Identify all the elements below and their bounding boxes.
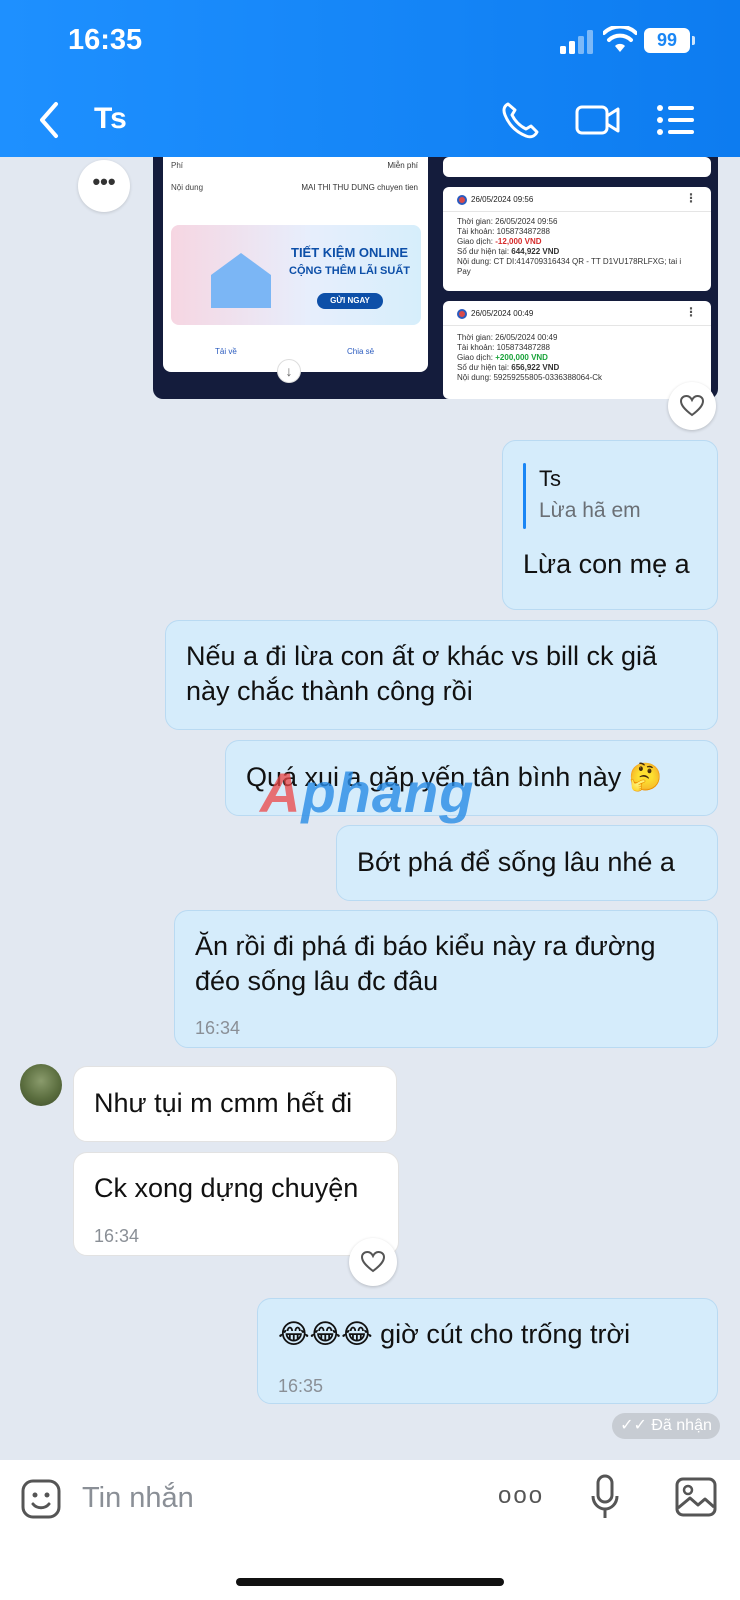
transaction-date: 26/05/2024 00:49 [471, 309, 534, 318]
outgoing-reply-bubble[interactable]: Ts Lừa hã em Lừa con mẹ a [502, 440, 718, 610]
more-actions-icon[interactable]: ooo [498, 1482, 544, 1510]
txn-time: Thời gian: 26/05/2024 09:56 [457, 217, 558, 226]
heart-icon [680, 395, 704, 417]
message-text: này chắc thành công rồi [186, 676, 473, 706]
house-illustration [211, 253, 271, 308]
react-heart-button[interactable] [668, 382, 716, 430]
incoming-message-bubble[interactable]: Ck xong dựng chuyện 16:34 [73, 1152, 399, 1256]
wifi-icon [603, 26, 637, 52]
chat-title[interactable]: Ts [94, 102, 127, 136]
back-arrow-icon[interactable] [34, 98, 64, 142]
bank-logo-icon [457, 195, 467, 205]
battery-indicator: 99 [644, 28, 695, 53]
txn-amount-line: Giao dịch: -12,000 VND [457, 237, 542, 246]
txn-content: Nội dung: 59259255805-0336388064-Ck [457, 373, 603, 382]
react-heart-button[interactable] [349, 1238, 397, 1286]
message-text: 😂😂😂 giờ cút cho trống trời [278, 1319, 631, 1349]
chat-header: 16:35 99 Ts [0, 0, 740, 157]
message-text: đéo sống lâu đc đâu [195, 966, 439, 996]
share-label: Chia sẻ [347, 347, 375, 356]
video-call-icon[interactable] [574, 98, 622, 142]
image-picker-icon[interactable] [674, 1476, 718, 1518]
message-text: Như tụi m cmm hết đi [94, 1088, 353, 1118]
quote-bar [523, 463, 526, 529]
outgoing-message-bubble[interactable]: Ăn rồi đi phá đi báo kiểu này ra đường đ… [174, 910, 718, 1048]
message-text: Nếu a đi lừa con ất ơ khác vs bill ck gi… [186, 641, 657, 671]
status-time: 16:35 [68, 24, 143, 56]
txn-content-cont: Pay [457, 267, 471, 276]
card-menu-icon: ⋮ [685, 191, 697, 205]
microphone-icon[interactable] [590, 1474, 620, 1520]
txn-time: Thời gian: 26/05/2024 00:49 [457, 333, 558, 342]
txn-amount-line: Giao dịch: +200,000 VND [457, 353, 548, 362]
menu-list-icon[interactable] [654, 98, 698, 142]
content-label: Nội dung [171, 183, 204, 192]
content-value: MAI THI THU DUNG chuyen tien [301, 183, 418, 192]
transaction-card: 26/05/2024 09:56 ⋮ Thời gian: 26/05/2024… [443, 187, 711, 291]
banner-button: GỬI NGAY [317, 293, 383, 309]
txn-account: Tài khoản: 105873487288 [457, 343, 550, 352]
txn-balance-line: Số dư hiện tại: 656,922 VND [457, 363, 560, 372]
message-time: 16:35 [278, 1376, 324, 1396]
transaction-card: 26/05/2024 00:49 ⋮ Thời gian: 26/05/2024… [443, 301, 711, 399]
receipt-image[interactable]: Phí Miễn phí Nội dung MAI THI THU DUNG c… [163, 157, 428, 372]
heart-icon [361, 1251, 385, 1273]
more-options-button[interactable]: ••• [78, 160, 130, 212]
image-attachments[interactable]: Phí Miễn phí Nội dung MAI THI THU DUNG c… [153, 157, 718, 399]
download-label: Tải về [215, 347, 237, 356]
message-text: Bớt phá để sống lâu nhé a [357, 847, 675, 877]
download-arrow-icon[interactable]: ↓ [277, 359, 301, 383]
message-text: Ck xong dựng chuyện [94, 1173, 359, 1203]
signal-icon [560, 30, 593, 54]
avatar[interactable] [20, 1064, 62, 1106]
watermark-logo: Aphang [260, 761, 475, 824]
quoted-sender: Ts [539, 466, 561, 491]
message-time: 16:34 [195, 1018, 241, 1038]
transaction-date: 26/05/2024 09:56 [471, 195, 534, 204]
message-text: Lừa con mẹ a [523, 549, 690, 579]
outgoing-message-bubble[interactable]: Nếu a đi lừa con ất ơ khác vs bill ck gi… [165, 620, 718, 730]
txn-account: Tài khoản: 105873487288 [457, 227, 550, 236]
phone-call-icon[interactable] [498, 98, 542, 142]
home-indicator [236, 1578, 504, 1586]
txn-balance-line: Số dư hiện tại: 644,922 VND [457, 247, 560, 256]
message-composer: Tin nhắn ooo [0, 1460, 740, 1600]
delivery-status-badge: ✓✓ Đã nhận [612, 1413, 720, 1439]
fee-value: Miễn phí [387, 161, 418, 170]
fee-label: Phí [171, 161, 184, 170]
banner-title: TIẾT KIỆM ONLINE [291, 245, 408, 260]
outgoing-message-bubble[interactable]: 😂😂😂 giờ cút cho trống trời 16:35 [257, 1298, 718, 1404]
message-text: Ăn rồi đi phá đi báo kiểu này ra đường [195, 931, 656, 961]
message-input[interactable]: Tin nhắn [82, 1482, 194, 1515]
quoted-text: Lừa hã em [539, 499, 641, 522]
outgoing-message-bubble[interactable]: Bớt phá để sống lâu nhé a [336, 825, 718, 901]
savings-banner: TIẾT KIỆM ONLINE CỘNG THÊM LÃI SUẤT GỬI … [171, 225, 421, 325]
incoming-message-bubble[interactable]: Như tụi m cmm hết đi [73, 1066, 397, 1142]
card-menu-icon: ⋮ [685, 305, 697, 319]
bank-logo-icon [457, 309, 467, 319]
sticker-emoji-icon[interactable] [20, 1478, 62, 1520]
transaction-card-top [443, 157, 711, 177]
banner-subtitle: CỘNG THÊM LÃI SUẤT [289, 265, 410, 277]
txn-content: Nội dung: CT DI:414709316434 QR - TT D1V… [457, 257, 682, 266]
message-time: 16:34 [94, 1226, 140, 1246]
